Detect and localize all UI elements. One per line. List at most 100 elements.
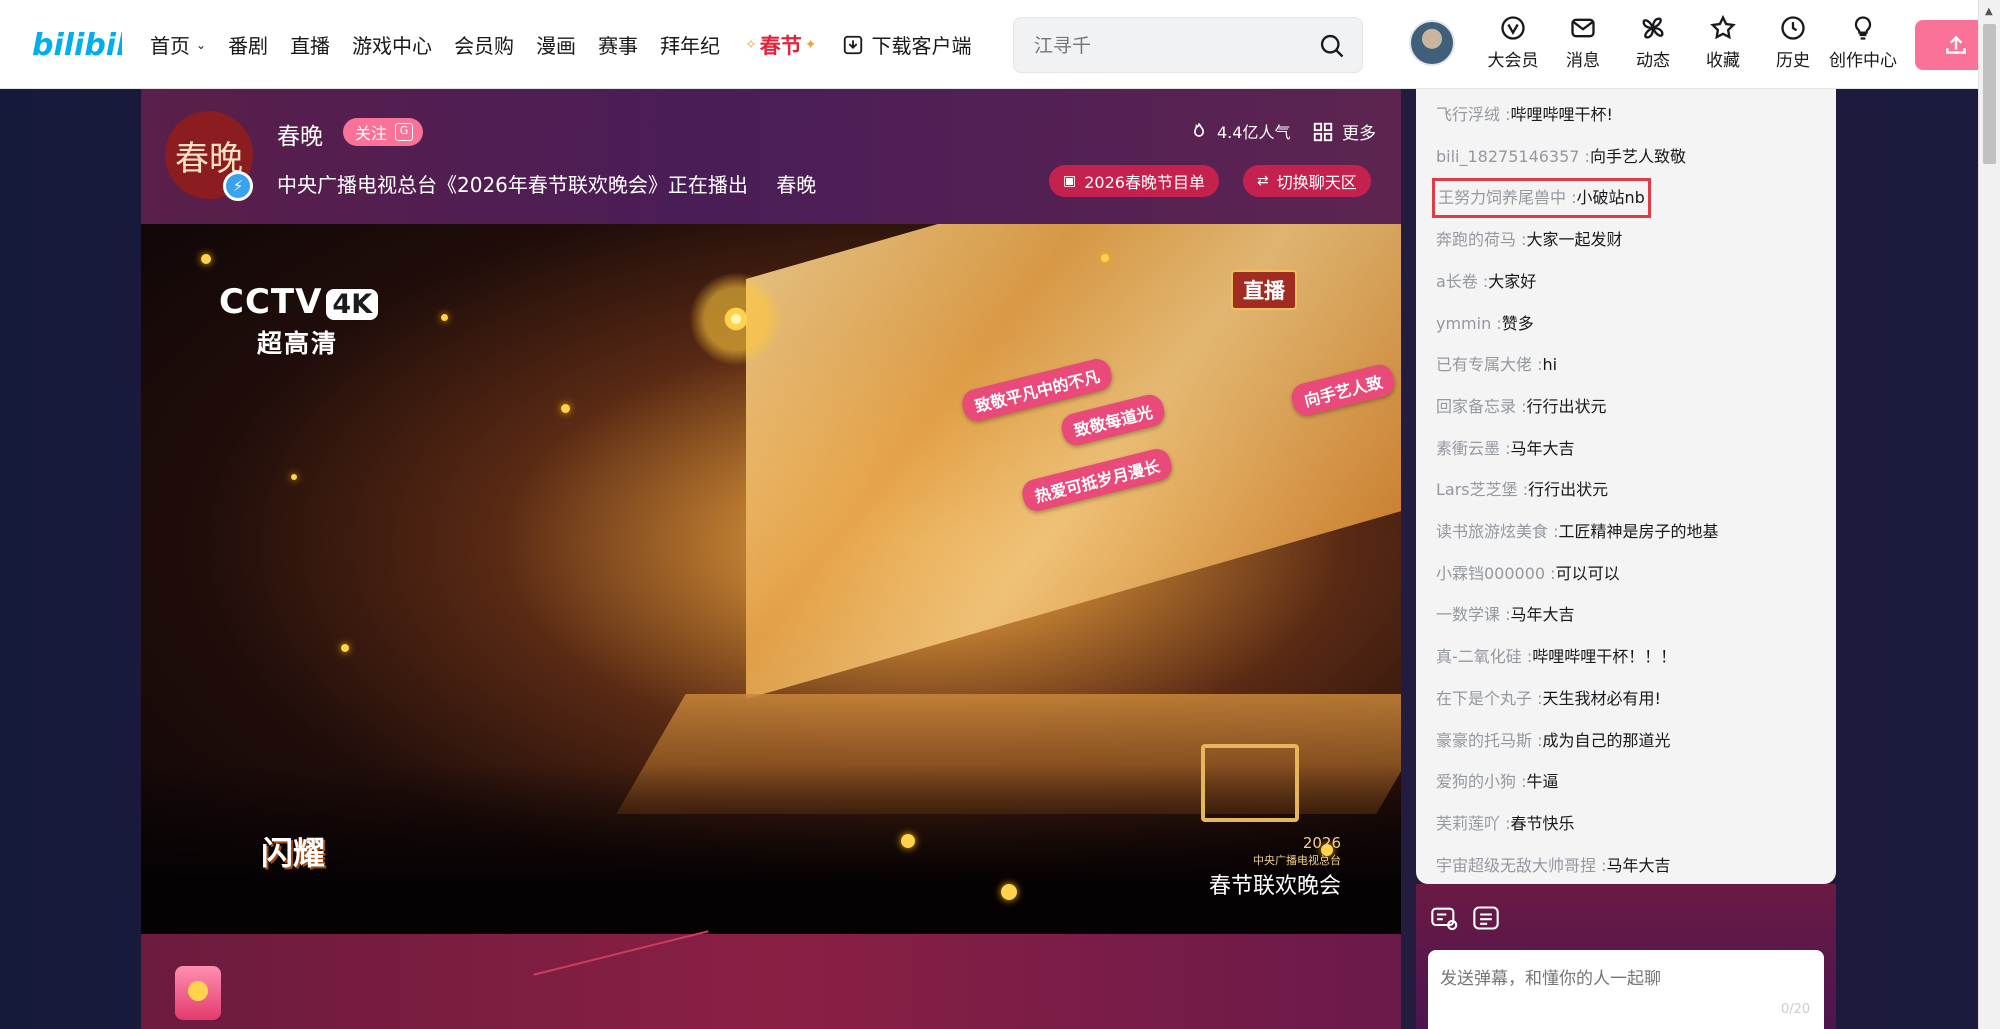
entry-messages[interactable]: 消息	[1548, 14, 1618, 71]
chat-username[interactable]: 小霖铛000000	[1436, 564, 1545, 583]
scrollbar-thumb[interactable]	[1983, 24, 1996, 164]
nav-item-anime[interactable]: 番剧	[228, 30, 268, 59]
chat-message[interactable]: a长卷 :大家好	[1436, 268, 1536, 296]
nav-menu: 首页 ⌄ 番剧 直播 游戏中心 会员购 漫画 赛事 拜年纪 ✧ 春节 ✦ 下载客…	[150, 0, 994, 89]
chat-message[interactable]: 真-二氧化硅 :哔哩哔哩干杯！！！	[1436, 643, 1676, 671]
entry-vip[interactable]: 大会员	[1478, 14, 1548, 71]
chat-username[interactable]: ymmin	[1436, 314, 1491, 333]
chat-separator: :	[1500, 813, 1511, 833]
chat-message[interactable]: 奔跑的荷马 :大家一起发财	[1436, 226, 1623, 254]
red-envelope-icon[interactable]	[175, 966, 221, 1020]
live-video-player[interactable]: CCTV 4K 超高清 直播 致敬平凡中的不凡 致敬每道光 热爱可抵岁月漫长 向手…	[141, 224, 1401, 934]
chat-separator: :	[1545, 563, 1556, 583]
follow-button[interactable]: 关注 G	[343, 118, 424, 146]
chat-message[interactable]: 回家备忘录 :行行出状元	[1436, 393, 1607, 421]
chat-message[interactable]: bili_18275146357 :向手艺人致敬	[1436, 143, 1686, 171]
entry-dynamics[interactable]: 动态	[1618, 14, 1688, 71]
chat-username[interactable]: 在下是个丸子	[1436, 689, 1532, 708]
chat-message-highlighted[interactable]: 王努力饲养尾兽中 :小破站nb	[1432, 178, 1651, 219]
chat-username[interactable]: 回家备忘录	[1436, 397, 1516, 416]
chat-username[interactable]: 已有专属大佬	[1436, 355, 1532, 374]
chat-username[interactable]: a长卷	[1436, 272, 1478, 291]
entry-creator-center[interactable]: 创作中心	[1828, 14, 1898, 71]
confetti-spark	[291, 474, 297, 480]
swap-icon: ⇄	[1257, 173, 1269, 189]
chat-username[interactable]: 一数学课	[1436, 605, 1500, 624]
calendar-icon: ▣	[1063, 173, 1077, 189]
flame-icon	[1193, 123, 1205, 137]
switch-chat-button[interactable]: ⇄ 切换聊天区	[1243, 165, 1371, 197]
nav-item-game-center[interactable]: 游戏中心	[352, 30, 432, 59]
chat-message[interactable]: 爱狗的小狗 :牛逼	[1436, 768, 1559, 796]
confetti-spark	[441, 314, 448, 321]
clock-icon	[1781, 16, 1805, 40]
nav-item-download-client[interactable]: 下载客户端	[842, 30, 972, 59]
chat-username[interactable]: 宇宙超级无敌大帅哥捏	[1436, 856, 1596, 875]
chat-username[interactable]: 素衝云墨	[1436, 439, 1500, 458]
chat-message[interactable]: 在下是个丸子 :天生我材必有用!	[1436, 685, 1661, 713]
decorative-streak	[533, 930, 709, 976]
danmaku-input[interactable]	[1428, 950, 1824, 1029]
search-icon[interactable]	[1318, 32, 1346, 60]
danmaku-settings-icon[interactable]	[1430, 904, 1458, 932]
entry-favorites[interactable]: 收藏	[1688, 14, 1758, 71]
chat-username[interactable]: bili_18275146357	[1436, 147, 1579, 166]
chat-username[interactable]: 真-二氧化硅	[1436, 647, 1522, 666]
gift-bar	[141, 930, 1401, 1029]
chat-panel: 飞行浮绒 :哔哩哔哩干杯! bili_18275146357 :向手艺人致敬王努力…	[1416, 89, 1836, 884]
char-counter: 0/20	[1781, 1002, 1811, 1017]
chat-text: 大家好	[1488, 271, 1537, 291]
nav-item-manga[interactable]: 漫画	[536, 30, 576, 59]
star-icon	[1710, 14, 1736, 40]
chat-message[interactable]: 豪豪的托马斯 :成为自己的那道光	[1436, 727, 1671, 755]
chat-message[interactable]: 飞行浮绒 :哔哩哔哩干杯!	[1436, 101, 1613, 129]
scroll-up-arrow-icon[interactable]: ▲	[1985, 6, 1993, 17]
nav-item-live[interactable]: 直播	[290, 30, 330, 59]
chat-text: 哔哩哔哩干杯！！！	[1532, 647, 1677, 667]
nav-item-esports[interactable]: 赛事	[598, 30, 638, 59]
bilibili-logo[interactable]: bilibili	[32, 24, 122, 64]
chat-message[interactable]: 芙莉莲吖 :春节快乐	[1436, 810, 1575, 838]
chat-message[interactable]: ymmin :赞多	[1436, 310, 1534, 338]
search-input[interactable]	[1032, 30, 1296, 62]
chat-message[interactable]: 一数学课 :马年大吉	[1436, 601, 1575, 629]
chat-message[interactable]: 已有专属大佬 :hi	[1436, 351, 1557, 379]
nav-item-new-year-gala[interactable]: 拜年纪	[660, 30, 720, 59]
chat-username[interactable]: 王努力饲养尾兽中	[1438, 188, 1566, 207]
chat-message[interactable]: 读书旅游炫美食 :工匠精神是房子的地基	[1436, 518, 1719, 546]
room-title: 中央广播电视总台《2026年春节联欢晚会》正在播出 春晚	[277, 173, 817, 197]
chat-username[interactable]: Lars芝芝堡	[1436, 480, 1518, 499]
firecracker-icon: ✧	[745, 36, 757, 53]
room-area-tag[interactable]: 春晚	[776, 173, 816, 197]
chat-username[interactable]: 读书旅游炫美食	[1436, 522, 1548, 541]
chat-username[interactable]: 飞行浮绒	[1436, 105, 1500, 124]
chat-message[interactable]: 宇宙超级无敌大帅哥捏 :马年大吉	[1436, 852, 1671, 880]
svg-text:bilibili: bilibili	[32, 28, 122, 63]
nav-item-mall[interactable]: 会员购	[454, 30, 514, 59]
user-avatar[interactable]	[1409, 20, 1455, 66]
chat-text: 工匠精神是房子的地基	[1558, 522, 1719, 541]
chat-input-area: 0/20	[1416, 884, 1836, 1029]
confetti-spark	[1001, 884, 1017, 900]
nav-item-home[interactable]: 首页 ⌄	[150, 30, 206, 59]
entry-history[interactable]: 历史	[1758, 14, 1828, 71]
chat-username[interactable]: 豪豪的托马斯	[1436, 731, 1532, 750]
list-icon[interactable]	[1472, 904, 1500, 932]
follow-badge: G	[395, 123, 414, 141]
chat-text: hi	[1542, 355, 1558, 375]
chat-message[interactable]: 小霖铛000000 :可以可以	[1436, 560, 1620, 588]
chat-separator: :	[1500, 605, 1511, 625]
program-list-button[interactable]: ▣ 2026春晚节目单	[1049, 165, 1219, 197]
chat-message[interactable]: Lars芝芝堡 :行行出状元	[1436, 476, 1608, 504]
host-name[interactable]: 春晚	[277, 117, 323, 151]
live-room-header: 春晚 ⚡ 春晚 关注 G 中央广播电视总台《2026年春节联欢晚会》正在播出 春…	[141, 89, 1401, 224]
confetti-spark	[901, 834, 915, 848]
more-button[interactable]: 更多	[1312, 119, 1376, 144]
live-badge: 直播	[1231, 270, 1297, 310]
chat-username[interactable]: 芙莉莲吖	[1436, 814, 1500, 833]
page-scrollbar[interactable]: ▲	[1978, 0, 2000, 1029]
chat-username[interactable]: 爱狗的小狗	[1436, 772, 1516, 791]
nav-item-spring-festival[interactable]: ✧ 春节 ✦	[742, 30, 819, 60]
chat-username[interactable]: 奔跑的荷马	[1436, 230, 1516, 249]
chat-message[interactable]: 素衝云墨 :马年大吉	[1436, 435, 1575, 463]
